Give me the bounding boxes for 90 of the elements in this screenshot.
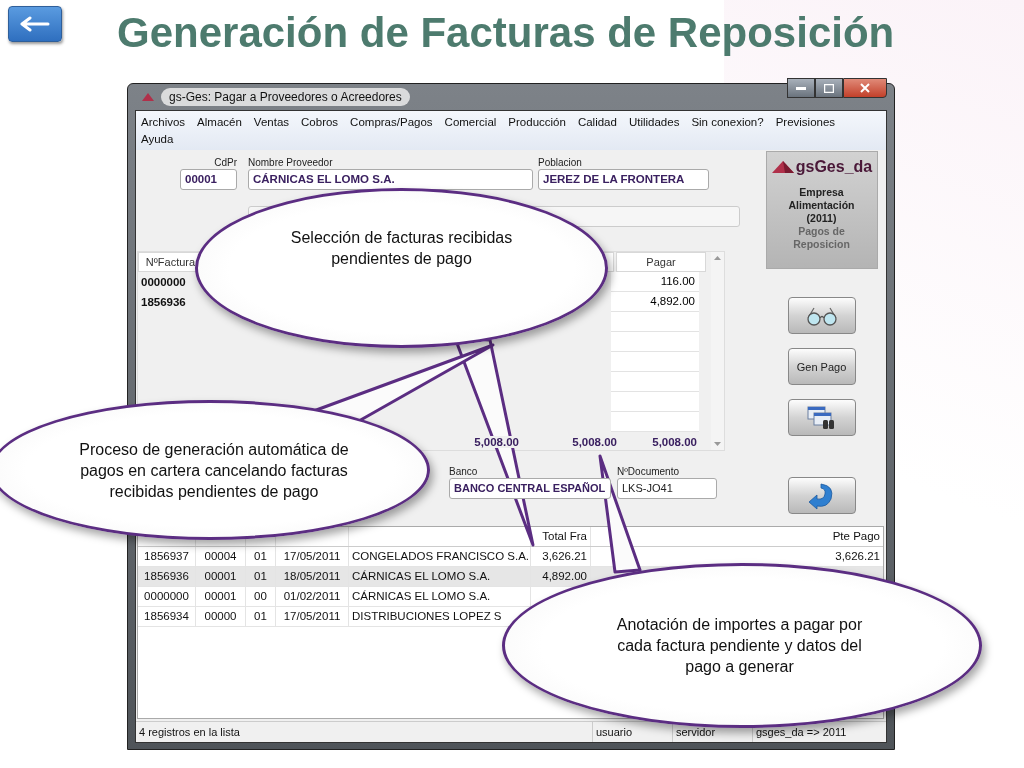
back-button[interactable] — [8, 6, 62, 42]
menu-item[interactable]: Producción — [508, 114, 566, 131]
table-cell: 01 — [254, 610, 267, 622]
slide-title: Generación de Facturas de Reposición — [117, 9, 895, 57]
table-cell: CÁRNICAS EL LOMO S.A. — [352, 590, 491, 602]
total-value: 5,008.00 — [572, 436, 617, 448]
scroll-up-arrow-icon[interactable] — [714, 256, 721, 260]
table-cell: 01 — [254, 550, 267, 562]
close-button[interactable] — [843, 78, 887, 98]
table-cell: CONGELADOS FRANCISCO S.A. — [352, 550, 529, 562]
total-value: 5,008.00 — [652, 436, 697, 448]
maximize-button[interactable] — [815, 78, 843, 98]
amount-input[interactable]: 4,892.00 — [611, 292, 699, 312]
view-button[interactable] — [787, 297, 856, 334]
column-header[interactable]: Pte Pago — [832, 530, 880, 542]
amount-input[interactable] — [611, 372, 699, 392]
column-header[interactable]: Total Fra — [542, 530, 587, 542]
table-cell: 17/05/2011 — [283, 550, 341, 562]
table-cell: 4,892.00 — [542, 570, 587, 582]
table-cell: CÁRNICAS EL LOMO S.A. — [352, 570, 491, 582]
table-cell: 3,626.21 — [835, 550, 880, 562]
pyramid-icon — [770, 160, 795, 174]
minimize-icon — [796, 86, 806, 90]
menu-item[interactable]: Utilidades — [628, 114, 680, 131]
window-title: gs-Ges: Pagar a Proveedores o Acreedores — [161, 88, 410, 106]
input-field[interactable]: JEREZ DE LA FRONTERA — [538, 169, 709, 190]
table-cell: 00001 — [204, 570, 237, 582]
menu-item[interactable]: Ayuda — [141, 131, 174, 148]
status-text: 4 registros en la lista — [136, 722, 593, 742]
field-label: Poblacion — [538, 156, 583, 169]
menu-item[interactable]: Sin conexion? — [691, 114, 764, 131]
menu-item[interactable]: Calidad — [577, 114, 617, 131]
amount-input[interactable]: 116.00 — [611, 272, 699, 292]
input-field[interactable]: LKS-JO41 — [617, 478, 717, 499]
scroll-down-arrow-icon[interactable] — [714, 442, 721, 446]
table-cell: 00000 — [204, 610, 237, 622]
menu-item[interactable]: Compras/Pagos — [350, 114, 433, 131]
table-cell: 01 — [254, 570, 267, 582]
status-text: gsges_da => 2011 — [755, 725, 848, 740]
maximize-icon — [824, 83, 834, 93]
table-cell: 01/02/2011 — [283, 590, 341, 602]
table-cell: 18/05/2011 — [283, 570, 341, 582]
table-cell: 00 — [254, 590, 267, 602]
field-label: CdPr — [213, 156, 237, 169]
amount-input[interactable] — [611, 412, 699, 432]
menu-item[interactable]: Almacén — [197, 114, 242, 131]
table-cell: 1856934 — [144, 610, 189, 622]
search-button[interactable] — [787, 399, 856, 436]
column-header[interactable]: Pagar — [616, 252, 706, 272]
close-icon — [860, 83, 870, 93]
table-cell: 0000000 — [144, 590, 189, 602]
amount-input[interactable] — [611, 352, 699, 372]
menu-item[interactable]: Cobros — [301, 114, 339, 131]
menu-item[interactable]: Archivos — [141, 114, 186, 131]
input-field[interactable]: BANCO CENTRAL ESPAÑOL — [449, 478, 611, 499]
module-name: Reposicion — [793, 238, 850, 251]
field-label: Nombre Proveedor — [248, 156, 334, 169]
table-cell: 00004 — [204, 550, 237, 562]
gen-pago-button[interactable]: Gen Pago — [787, 348, 856, 385]
company-name: Empresa — [799, 186, 844, 199]
menu-item[interactable]: Comercial — [444, 114, 497, 131]
return-button[interactable] — [787, 477, 856, 514]
input-field[interactable]: 00001 — [180, 169, 237, 190]
table-cell-text: 0000000 — [140, 275, 187, 290]
table-cell: 00001 — [204, 590, 237, 602]
company-name: (2011) — [806, 212, 837, 225]
windows-binoculars-icon — [806, 405, 837, 430]
pyramid-icon — [141, 92, 155, 102]
amount-input[interactable] — [611, 332, 699, 352]
scrollbar[interactable] — [711, 252, 724, 450]
total-value: 5,008.00 — [472, 436, 521, 448]
table-cell: 17/05/2011 — [283, 610, 341, 622]
minimize-button[interactable] — [787, 78, 815, 98]
amount-input[interactable] — [611, 312, 699, 332]
left-arrow-icon — [20, 16, 50, 32]
glasses-icon — [804, 305, 839, 326]
amount-input[interactable] — [611, 392, 699, 412]
field-label: Banco — [449, 465, 479, 478]
menu-item[interactable]: Previsiones — [775, 114, 836, 131]
table-cell: 1856937 — [144, 550, 189, 562]
input-field[interactable]: CÁRNICAS EL LOMO S.A. — [248, 169, 533, 190]
module-name: Pagos de — [798, 225, 845, 238]
logo-text: gsGes_da — [795, 158, 873, 176]
field-label: NºDocumento — [617, 465, 680, 478]
table-cell: DISTRIBUCIONES LOPEZ S — [352, 610, 502, 622]
table-cell-text: 1856936 — [140, 295, 187, 310]
table-cell: 1856936 — [144, 570, 189, 582]
menu-item[interactable]: Ventas — [253, 114, 290, 131]
company-name: Alimentación — [788, 199, 855, 212]
table-cell: 3,626.21 — [542, 550, 587, 562]
